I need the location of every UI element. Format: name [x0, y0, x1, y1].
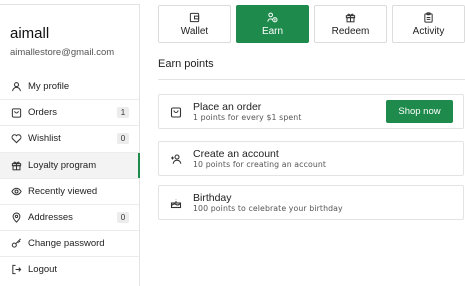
bag-icon: [10, 107, 22, 119]
wallet-icon: [189, 12, 200, 22]
sidebar-item-wishlist[interactable]: Wishlist 0: [0, 125, 139, 151]
card-title: Place an order: [193, 100, 262, 113]
sidebar-item-label: Change password: [28, 238, 105, 250]
earn-card-birthday: Birthday 100 points to celebrate your bi…: [158, 185, 464, 220]
card-text: Place an order 1 points for every $1 spe…: [193, 101, 301, 123]
shop-now-button[interactable]: Shop now: [386, 100, 453, 123]
sidebar-item-label: Addresses: [28, 212, 73, 224]
card-subtitle: 100 points to celebrate your birthday: [193, 203, 343, 213]
earn-card-place-order: Place an order 1 points for every $1 spe…: [158, 94, 464, 129]
orders-count-badge: 1: [117, 107, 129, 119]
card-title: Create an account: [193, 147, 279, 160]
tab-label: Wallet: [180, 25, 209, 37]
sidebar-item-change-password[interactable]: Change password: [0, 230, 139, 256]
sidebar-item-label: Recently viewed: [28, 185, 98, 197]
section-divider: [158, 79, 465, 80]
gift-icon: [345, 13, 356, 22]
card-subtitle: 1 points for every $1 spent: [193, 112, 302, 122]
tab-label: Earn: [261, 25, 284, 37]
sidebar-item-orders[interactable]: Orders 1: [0, 99, 139, 125]
loyalty-tabs: Wallet Earn Redeem Activity: [158, 5, 465, 43]
heart-icon: [10, 133, 22, 145]
key-icon: [10, 238, 22, 250]
sidebar-item-label: My profile: [28, 80, 70, 92]
eye-icon: [10, 185, 22, 197]
card-subtitle: 10 points for creating an account: [193, 159, 327, 169]
sidebar-item-label: Loyalty program: [28, 159, 97, 171]
clipboard-icon: [424, 11, 433, 23]
profile-email: aimallestore@gmail.com: [10, 47, 115, 58]
profile-name: aimall: [10, 25, 50, 42]
account-sidebar: aimall aimallestore@gmail.com My profile…: [0, 4, 140, 286]
sidebar-item-label: Logout: [28, 264, 58, 276]
user-plus-icon: [169, 152, 183, 166]
tab-wallet[interactable]: Wallet: [158, 5, 231, 43]
user-icon: [10, 80, 22, 92]
sidebar-menu: My profile Orders 1 Wishlist 0 Loyalty p…: [0, 73, 140, 283]
addresses-count-badge: 0: [117, 212, 129, 224]
sidebar-item-recently-viewed[interactable]: Recently viewed: [0, 177, 139, 204]
card-title: Birthday: [193, 191, 232, 204]
logout-icon: [10, 264, 22, 276]
cake-icon: [169, 196, 183, 210]
section-title: Earn points: [158, 58, 214, 70]
card-text: Birthday 100 points to celebrate your bi…: [193, 192, 343, 214]
tab-label: Activity: [412, 25, 445, 37]
earn-icon: [267, 12, 278, 22]
sidebar-item-label: Wishlist: [28, 133, 61, 145]
pin-icon: [10, 212, 22, 224]
profile-block: aimall aimallestore@gmail.com: [0, 5, 139, 73]
card-text: Create an account 10 points for creating…: [193, 148, 326, 170]
tab-label: Redeem: [331, 25, 370, 37]
gift-icon: [10, 159, 22, 171]
sidebar-item-my-profile[interactable]: My profile: [0, 73, 139, 99]
wishlist-count-badge: 0: [117, 133, 129, 145]
bag-icon: [169, 105, 183, 119]
tab-redeem[interactable]: Redeem: [314, 5, 387, 43]
tab-earn[interactable]: Earn: [236, 5, 309, 43]
sidebar-item-logout[interactable]: Logout: [0, 256, 139, 282]
tab-activity[interactable]: Activity: [392, 5, 465, 43]
sidebar-item-loyalty-program[interactable]: Loyalty program: [0, 151, 140, 178]
sidebar-item-addresses[interactable]: Addresses 0: [0, 203, 139, 230]
sidebar-item-label: Orders: [28, 107, 58, 119]
earn-card-create-account: Create an account 10 points for creating…: [158, 141, 464, 176]
